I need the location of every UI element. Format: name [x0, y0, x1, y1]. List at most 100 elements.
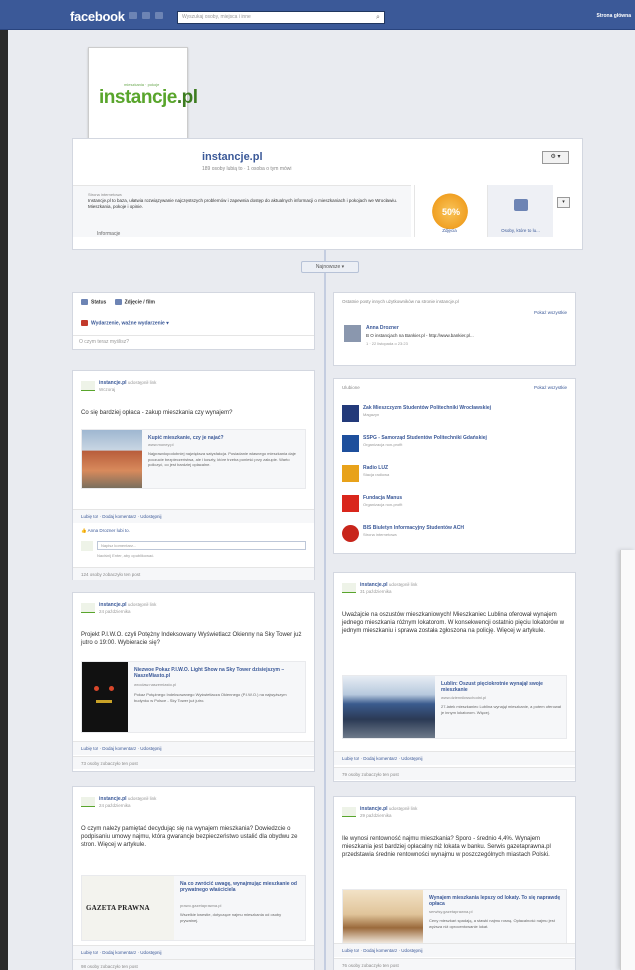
favorites-see-all[interactable]: Pokaż wszystkie	[534, 385, 567, 390]
post-composer: Status Zdjęcie / film Wydarzenie, ważne …	[72, 292, 315, 350]
photo-icon	[114, 299, 122, 305]
likers-text[interactable]: Anna Drozner lubi to.	[88, 528, 130, 533]
post-actions[interactable]: Lubię to! · Dodaj komentarz · Udostępnij	[73, 509, 314, 523]
search-input[interactable]: Wyszukaj osoby, miejsca i inne ⌕	[177, 11, 385, 24]
page-settings-button[interactable]: ⚙ ▾	[542, 151, 569, 164]
comment-avatar	[81, 541, 93, 551]
search-icon[interactable]: ⌕	[373, 13, 383, 22]
poster-avatar[interactable]	[342, 583, 356, 593]
post-actions[interactable]: Lubię to! · Dodaj komentarz · Udostępnij	[334, 751, 575, 765]
light-show-dot	[94, 686, 99, 691]
shared-link[interactable]: Lublin: Oszust pięciokrotnie wynajął swo…	[342, 675, 567, 739]
link-description: Wszelkie kwestie, dotyczące najmu mieszk…	[180, 912, 282, 923]
post-date[interactable]: 29 października	[360, 813, 392, 818]
recent-posts-see-all[interactable]: Pokaż wszystkie	[534, 310, 567, 315]
timeline-filter-button[interactable]: Najnowsze ▾	[301, 261, 359, 273]
light-show-bar	[96, 700, 112, 703]
side-scrollbar[interactable]	[620, 550, 635, 970]
shared-link[interactable]: Wynajem mieszkania lepszy od lokaty. To …	[342, 889, 567, 945]
post-text: Projekt P.I.W.O. czyli Potężny Indeksowa…	[81, 632, 302, 646]
poster-avatar[interactable]	[342, 807, 356, 817]
likers-line: 👍 Anna Drozner lubi to.	[81, 528, 130, 534]
poster-avatar[interactable]	[81, 603, 95, 613]
link-title[interactable]: Kupić mieszkanie, czy je najać?	[148, 435, 300, 441]
left-column: Status Zdjęcie / film Wydarzenie, ważne …	[72, 292, 315, 970]
poster-name[interactable]: instancje.pl	[360, 582, 388, 588]
poster-name[interactable]: instancje.pl	[99, 602, 127, 608]
recent-post-snippet: B O instancjach na Bankier.pl - http://w…	[366, 333, 474, 338]
favorite-page-name[interactable]: Fundacja Manus	[363, 495, 402, 501]
favorite-page-category: Strona internetowa	[363, 532, 397, 537]
favorite-page-name[interactable]: BIS Biuletyn Informacyjny Studentów ACH	[363, 525, 464, 531]
post-date[interactable]: 24 października	[99, 609, 131, 614]
shared-link[interactable]: GAZETA PRAWNA Na co zwrócić uwagę, wynaj…	[81, 875, 306, 941]
favorite-page-item[interactable]: BIS Biuletyn Informacyjny Studentów ACH …	[342, 523, 567, 545]
home-link[interactable]: Strona główna	[597, 13, 631, 19]
link-thumbnail	[343, 676, 435, 738]
post-actions[interactable]: Lubię to! · Dodaj komentarz · Udostępnij	[334, 943, 575, 957]
notifications-icon[interactable]	[155, 12, 163, 19]
shared-link[interactable]: Niezwoe Pokaz P.I.W.O. Light Show na Sky…	[81, 661, 306, 733]
shared-link[interactable]: Kupić mieszkanie, czy je najać? www.mone…	[81, 429, 306, 489]
timeline-post: instancje.pl udostępnił link 24 paździer…	[72, 592, 315, 772]
photos-tab[interactable]: 50% Zdjęcia	[414, 185, 484, 237]
post-date[interactable]: 24 października	[99, 803, 131, 808]
tab-status[interactable]: Status	[91, 299, 106, 305]
search-placeholder: Wyszukaj osoby, miejsca i inne	[182, 14, 251, 20]
poster-avatar[interactable]	[81, 381, 95, 391]
milestone-tab[interactable]: Wydarzenie, ważne wydarzenie ▾	[81, 320, 169, 326]
link-title[interactable]: Na co zwrócić uwagę, wynajmując mieszkan…	[180, 881, 300, 893]
post-header: instancje.pl udostępnił link 29 paździer…	[342, 805, 567, 821]
link-title[interactable]: Lublin: Oszust pięciokrotnie wynajął swo…	[441, 681, 561, 693]
favorite-page-logo-icon	[342, 405, 359, 422]
timeline-post: instancje.pl udostępnił link 24 paździer…	[72, 786, 315, 970]
messages-icon[interactable]	[142, 12, 150, 19]
post-actions[interactable]: Lubię to! · Dodaj komentarz · Udostępnij	[73, 741, 314, 755]
friend-requests-icon[interactable]	[129, 12, 137, 19]
favorite-page-item[interactable]: Zak Mieszczyzm Studentów Politechniki Wr…	[342, 403, 567, 425]
status-input[interactable]: O czym teraz myślisz?	[73, 335, 314, 347]
recent-posts-heading: Ostatnie posty innych użytkowników na st…	[342, 299, 459, 304]
link-title[interactable]: Wynajem mieszkania lepszy od lokaty. To …	[429, 895, 561, 907]
favorites-heading: Ulubione	[342, 385, 360, 390]
post-header: instancje.pl udostępnił link Wczoraj	[81, 379, 306, 395]
composer-tabs: Status Zdjęcie / film	[81, 299, 155, 305]
tab-photo[interactable]: Zdjęcie / film	[125, 299, 155, 305]
link-title[interactable]: Niezwoe Pokaz P.I.W.O. Light Show na Sky…	[134, 667, 300, 679]
poster-name[interactable]: instancje.pl	[360, 806, 388, 812]
favorite-page-name[interactable]: SSPG - Samorząd Studentów Politechniki G…	[363, 435, 487, 441]
post-actions[interactable]: Lubię to! · Dodaj komentarz · Udostępnij	[73, 945, 314, 959]
recent-post-avatar[interactable]	[344, 325, 361, 342]
comment-input[interactable]: Napisz komentarz...	[97, 541, 306, 550]
link-description: Pokaz Potężnego Indeksowanego Wyświetlac…	[134, 692, 287, 703]
post-date[interactable]: 31 października	[360, 589, 392, 594]
post-reach: 124 osoby zobaczyło ten post	[73, 567, 314, 580]
more-tabs-button[interactable]: ▾	[557, 197, 570, 208]
favorite-page-item[interactable]: Fundacja Manus Organizacja non-profit	[342, 493, 567, 515]
post-reach: 79 osoby zobaczyło ten post	[334, 767, 575, 780]
poster-name[interactable]: instancje.pl	[99, 380, 127, 386]
logo-main: instancje	[99, 87, 177, 108]
about-link[interactable]: Informacje	[97, 231, 120, 237]
poster-action: udostępnił link	[127, 796, 157, 801]
link-thumbnail	[82, 662, 128, 732]
promo-badge-icon: 50%	[421, 185, 479, 229]
poster-name[interactable]: instancje.pl	[99, 796, 127, 802]
favorite-page-item[interactable]: Radio LUZ Stacja radiowa	[342, 463, 567, 485]
comment-hint: Naciśnij Enter, aby opublikować.	[97, 553, 155, 558]
facebook-logo[interactable]: facebook	[70, 9, 125, 24]
favorite-page-name[interactable]: Zak Mieszczyzm Studentów Politechniki Wr…	[363, 405, 491, 411]
favorite-page-logo-icon	[342, 525, 359, 542]
likes-tab[interactable]: Osoby, które to lu...	[487, 185, 553, 237]
favorite-page-item[interactable]: SSPG - Samorząd Studentów Politechniki G…	[342, 433, 567, 455]
poster-avatar[interactable]	[81, 797, 95, 807]
poster-action: udostępnił link	[388, 806, 418, 811]
recent-post-author[interactable]: Anna Drozner	[366, 325, 399, 331]
link-thumbnail	[343, 890, 423, 944]
page-title[interactable]: instancje.pl	[202, 151, 263, 163]
favorite-page-name[interactable]: Radio LUZ	[363, 465, 388, 471]
timeline-line	[324, 250, 326, 970]
profile-picture[interactable]: mieszkania · pokoje instancje.pl	[88, 47, 198, 147]
likes-tab-label: Osoby, które to lu...	[501, 228, 540, 233]
post-date[interactable]: Wczoraj	[99, 387, 115, 392]
